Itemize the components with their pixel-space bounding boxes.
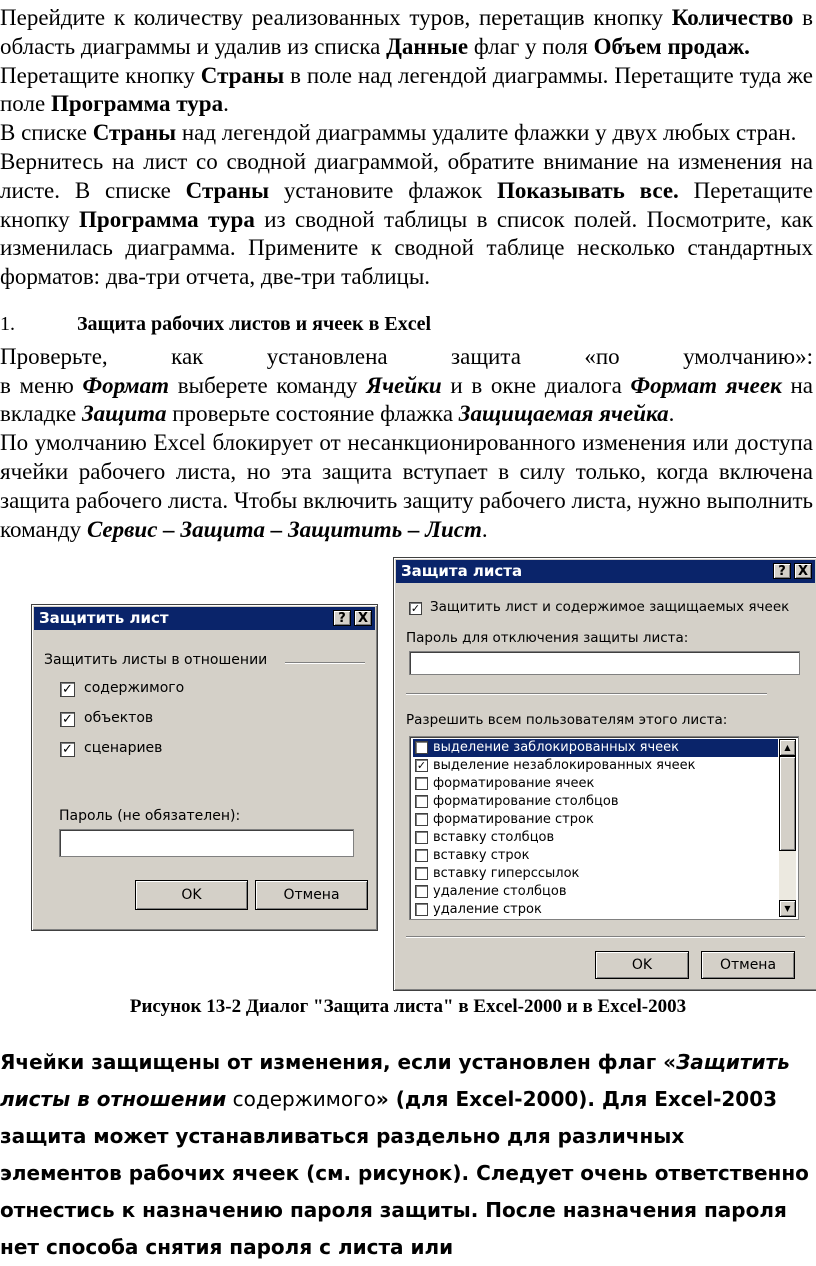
permission-label: вставку гиперссылок	[433, 866, 580, 881]
group-divider	[285, 662, 365, 664]
scroll-up-button[interactable]: ▲	[779, 739, 796, 756]
permission-label: форматирование ячеек	[433, 776, 595, 791]
objects-checkbox[interactable]: ✓	[60, 712, 75, 727]
scenarios-checkbox[interactable]: ✓	[60, 742, 75, 757]
list-scrollbar[interactable]: ▲ ▼	[779, 739, 796, 917]
permission-checkbox[interactable]: ✓	[415, 741, 428, 754]
permission-checkbox[interactable]	[415, 903, 428, 916]
dialog-title: Защитить лист	[39, 609, 169, 627]
ok-button[interactable]: OK	[135, 880, 248, 910]
permission-label: вставку строк	[433, 848, 530, 863]
permission-checkbox[interactable]	[415, 867, 428, 880]
scenarios-label: сценариев	[84, 740, 163, 756]
scroll-thumb[interactable]	[779, 756, 796, 851]
scroll-down-button[interactable]: ▼	[779, 900, 796, 917]
permission-label: форматирование строк	[433, 812, 594, 827]
password-label: Пароль (не обязателен):	[59, 808, 241, 824]
permission-item[interactable]: форматирование строк	[413, 811, 778, 829]
permission-item[interactable]: удаление строк	[413, 901, 778, 919]
permission-checkbox[interactable]	[415, 849, 428, 862]
protect-sheet-dialog-2000: Защитить лист ? X Защитить листы в отнош…	[31, 604, 378, 931]
paragraph-1: Перейдите к количеству реализованных тур…	[0, 5, 813, 59]
permission-item[interactable]: ✓ выделение заблокированных ячеек	[413, 739, 778, 757]
password-label: Пароль для отключения защиты листа:	[406, 630, 689, 646]
help-button[interactable]: ?	[773, 563, 791, 579]
password-input[interactable]	[59, 829, 354, 857]
heading-title: Защита рабочих листов и ячеек в Excel	[77, 312, 432, 335]
cancel-button[interactable]: Отмена	[701, 951, 795, 979]
paragraph-5a: Проверьте, как установлена защита «по ум…	[0, 343, 813, 369]
permission-item[interactable]: форматирование столбцов	[413, 793, 778, 811]
contents-checkbox[interactable]: ✓	[60, 682, 75, 697]
permission-checkbox[interactable]	[415, 885, 428, 898]
bottom-divider	[406, 936, 805, 938]
close-button[interactable]: X	[794, 563, 812, 579]
paragraph-5b: в меню Формат выберете команду Ячейки и …	[0, 372, 813, 427]
protect-group-label: Защитить листы в отношении	[44, 652, 268, 668]
document-body-continued: Ячейки защищены от изменения, если устан…	[0, 1044, 813, 1266]
permission-item[interactable]: удаление столбцов	[413, 883, 778, 901]
paragraph-6: По умолчанию Excel блокирует от несанкци…	[0, 430, 813, 542]
document-body: Перейдите к количеству реализованных тур…	[0, 4, 813, 544]
paragraph-3: В списке Страны над легендой диаграммы у…	[0, 120, 797, 146]
section-divider	[406, 693, 767, 695]
paragraph-4: Вернитесь на лист со сводной диаграммой,…	[0, 148, 814, 290]
permission-label: выделение незаблокированных ячеек	[433, 758, 696, 773]
dialog-title: Защита листа	[401, 562, 523, 580]
protect-sheet-dialog-2003: Защита листа ? X ✓ Защитить лист и содер…	[393, 557, 816, 991]
section-heading: 1. Защита рабочих листов и ячеек в Excel	[0, 310, 813, 339]
permission-item[interactable]: вставку гиперссылок	[413, 865, 778, 883]
close-button[interactable]: X	[354, 610, 372, 626]
permission-checkbox[interactable]	[415, 795, 428, 808]
permission-label: удаление строк	[433, 902, 542, 917]
permission-item[interactable]: ✓ выделение незаблокированных ячеек	[413, 757, 778, 775]
paragraph-7: Ячейки защищены от изменения, если устан…	[0, 1050, 809, 1259]
allow-label: Разрешить всем пользователям этого листа…	[406, 712, 728, 728]
permission-checkbox[interactable]	[415, 813, 428, 826]
permission-item[interactable]: вставку строк	[413, 847, 778, 865]
contents-label: содержимого	[84, 680, 185, 696]
permission-label: выделение заблокированных ячеек	[433, 740, 680, 755]
permission-label: удаление столбцов	[433, 884, 567, 899]
protect-sheet-label: Защитить лист и содержимое защищаемых яч…	[430, 599, 790, 615]
permission-checkbox[interactable]	[415, 777, 428, 790]
permission-item[interactable]: форматирование ячеек	[413, 775, 778, 793]
permission-item[interactable]: вставку столбцов	[413, 829, 778, 847]
protect-sheet-checkbox[interactable]: ✓	[409, 602, 422, 615]
password-input[interactable]	[409, 651, 800, 675]
help-button[interactable]: ?	[333, 610, 351, 626]
permission-label: форматирование столбцов	[433, 794, 619, 809]
paragraph-2: Перетащите кнопку Страны в поле над леге…	[0, 62, 813, 117]
permission-checkbox[interactable]: ✓	[415, 759, 428, 772]
dialog-title-bar: Защитить лист ? X	[34, 607, 375, 630]
cancel-button[interactable]: Отмена	[255, 880, 368, 910]
permission-label: вставку столбцов	[433, 830, 555, 845]
figure-caption: Рисунок 13-2 Диалог "Защита листа" в Exc…	[129, 996, 687, 1017]
permissions-list[interactable]: ✓ выделение заблокированных ячеек ✓ выделен…	[409, 736, 799, 920]
objects-label: объектов	[84, 710, 154, 726]
permission-checkbox[interactable]	[415, 831, 428, 844]
ok-button[interactable]: OK	[595, 951, 689, 979]
dialog-title-bar: Защита листа ? X	[396, 560, 815, 583]
heading-number: 1.	[0, 312, 15, 335]
